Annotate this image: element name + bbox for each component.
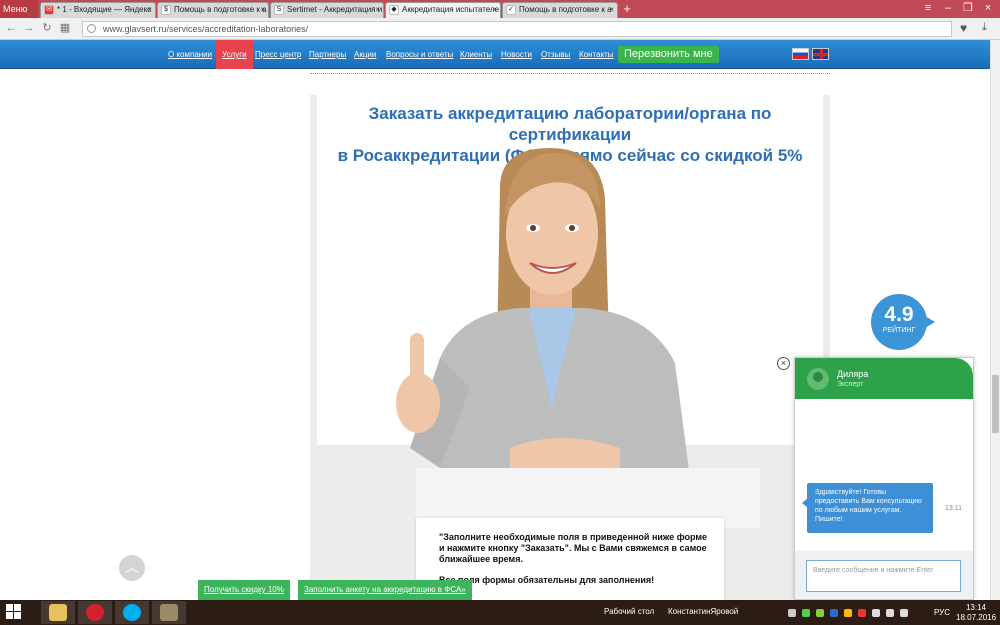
- taskbar-opera[interactable]: [78, 601, 112, 624]
- maximize-icon[interactable]: ❐: [958, 0, 978, 18]
- scroll-to-top-button[interactable]: ︿: [119, 555, 145, 581]
- close-tab-icon[interactable]: ×: [260, 3, 265, 17]
- url-field[interactable]: www.glavsert.ru/services/accreditation-l…: [82, 21, 952, 37]
- reload-icon[interactable]: ↻: [40, 21, 54, 35]
- nav-about[interactable]: О компании: [168, 40, 212, 69]
- download-icon[interactable]: ⤓: [982, 21, 987, 34]
- close-tab-icon[interactable]: ×: [492, 3, 497, 17]
- section-divider: [310, 73, 830, 76]
- taskbar-clock[interactable]: 13:14 18.07.2016: [956, 603, 996, 623]
- agent-avatar: [807, 368, 829, 390]
- bookmark-heart-icon[interactable]: ♥: [960, 21, 967, 35]
- back-icon[interactable]: ←: [4, 21, 18, 35]
- site-navigation: О компании Услуги Пресс центр Партнеры А…: [0, 40, 990, 69]
- media-player-icon: [160, 604, 178, 621]
- tray-icon[interactable]: [844, 609, 852, 617]
- nav-reviews[interactable]: Отзывы: [541, 40, 570, 69]
- desktop-toolbar-label[interactable]: Рабочий стол: [604, 607, 654, 616]
- windows-start-icon[interactable]: [6, 604, 22, 620]
- browser-menu-button[interactable]: Меню: [0, 0, 38, 18]
- clock-date: 18.07.2016: [956, 613, 997, 622]
- page-scrollbar[interactable]: [990, 40, 1000, 600]
- fill-survey-button[interactable]: Заполнить анкету на аккредитацию в ФСА»: [298, 580, 472, 600]
- tab-label: * 1 - Входящие — Яндекс: [57, 5, 152, 14]
- check-icon: ✓: [506, 5, 516, 15]
- chat-header[interactable]: Диляра Эксперт: [795, 358, 973, 399]
- tab-sertimet[interactable]: S Sertimet - Аккредитация и ×: [270, 2, 384, 18]
- nav-faq[interactable]: Вопросы и ответы: [386, 40, 453, 69]
- callback-button[interactable]: Перезвонить мне: [618, 46, 719, 63]
- close-tab-icon[interactable]: ×: [609, 3, 614, 17]
- minimize-icon[interactable]: –: [938, 0, 958, 18]
- nav-services[interactable]: Услуги: [216, 40, 253, 69]
- scrollbar-thumb[interactable]: [992, 375, 999, 433]
- opera-icon: [86, 604, 104, 621]
- tab-accreditation[interactable]: ◆ Аккредитация испытателе ×: [385, 2, 501, 18]
- tray-icon[interactable]: [788, 609, 796, 617]
- nav-clients[interactable]: Клиенты: [460, 40, 492, 69]
- new-tab-button[interactable]: +: [620, 0, 634, 18]
- taskbar-skype[interactable]: [115, 601, 149, 624]
- user-folder-label[interactable]: КонстантинЯровой: [668, 607, 738, 616]
- tray-icon[interactable]: [802, 609, 810, 617]
- chevron-up-icon: ︿: [125, 559, 139, 575]
- taskbar-explorer[interactable]: [41, 601, 75, 624]
- speed-dial-icon[interactable]: ▦: [58, 21, 72, 35]
- tab-label: Sertimet - Аккредитация и: [287, 5, 383, 14]
- nav-partners[interactable]: Партнеры: [309, 40, 346, 69]
- tab-label: Помощь в подготовке к а: [519, 5, 612, 14]
- system-tray: [778, 606, 918, 620]
- headline-line-1: Заказать аккредитацию лаборатории/органа…: [368, 104, 772, 144]
- russian-flag-icon[interactable]: [792, 48, 809, 60]
- english-flag-icon[interactable]: [812, 48, 829, 60]
- nav-press[interactable]: Пресс центр: [255, 40, 301, 69]
- sertimet-icon: S: [274, 5, 284, 15]
- woman-thumbs-up-illustration: [396, 148, 760, 528]
- volume-icon[interactable]: [886, 609, 894, 617]
- tray-icon[interactable]: [858, 609, 866, 617]
- agent-role: Эксперт: [837, 381, 864, 388]
- tab-help-2[interactable]: ✓ Помощь в подготовке к а ×: [502, 2, 618, 18]
- folder-icon: [49, 604, 67, 621]
- clock-time: 13:14: [965, 603, 987, 612]
- language-indicator[interactable]: РУС: [934, 608, 950, 617]
- tab-label: Помощь в подготовке к а: [174, 5, 267, 14]
- network-icon[interactable]: [872, 609, 880, 617]
- agent-name: Диляра: [837, 369, 869, 379]
- forward-icon[interactable]: →: [22, 21, 36, 35]
- nav-news[interactable]: Новости: [501, 40, 532, 69]
- rating-label: РЕЙТИНГ: [882, 327, 916, 334]
- chat-message-input[interactable]: Введите сообщение и нажмите Enter: [806, 560, 961, 592]
- close-window-icon[interactable]: ×: [978, 0, 998, 18]
- skype-icon: [123, 604, 141, 621]
- rating-value: 4.9: [884, 303, 914, 326]
- close-tab-icon[interactable]: ×: [147, 3, 152, 17]
- tab-label: Аккредитация испытателе: [402, 5, 500, 14]
- form-instructions: "Заполните необходимые поля в приведенно…: [439, 532, 708, 564]
- nav-promo[interactable]: Акции: [354, 40, 376, 69]
- tab-menu-icon[interactable]: ≡: [918, 0, 938, 18]
- taskbar-media[interactable]: [152, 601, 186, 624]
- mail-icon: ✉: [44, 5, 54, 15]
- site-info-icon[interactable]: [87, 24, 96, 33]
- chat-message-time: 13:11: [945, 505, 962, 512]
- form-required-note: Все поля формы обязательны для заполнени…: [439, 575, 655, 585]
- tab-yandex-mail[interactable]: ✉ * 1 - Входящие — Яндекс ×: [40, 2, 156, 18]
- rating-badge[interactable]: 4.9 РЕЙТИНГ: [871, 294, 935, 350]
- close-tab-icon[interactable]: ×: [375, 3, 380, 17]
- tray-icon[interactable]: [830, 609, 838, 617]
- page-icon: $: [161, 5, 171, 15]
- tab-help-1[interactable]: $ Помощь в подготовке к а ×: [157, 2, 269, 18]
- chat-close-button[interactable]: ×: [777, 357, 790, 370]
- get-discount-button[interactable]: Получить скидку 10%: [198, 580, 290, 600]
- nav-contacts[interactable]: Контакты: [579, 40, 614, 69]
- chat-message: Здравствуйте! Готовы предоставить Вам ко…: [802, 483, 933, 533]
- battery-icon[interactable]: [900, 609, 908, 617]
- tray-icon[interactable]: [816, 609, 824, 617]
- glavsert-icon: ◆: [389, 5, 399, 15]
